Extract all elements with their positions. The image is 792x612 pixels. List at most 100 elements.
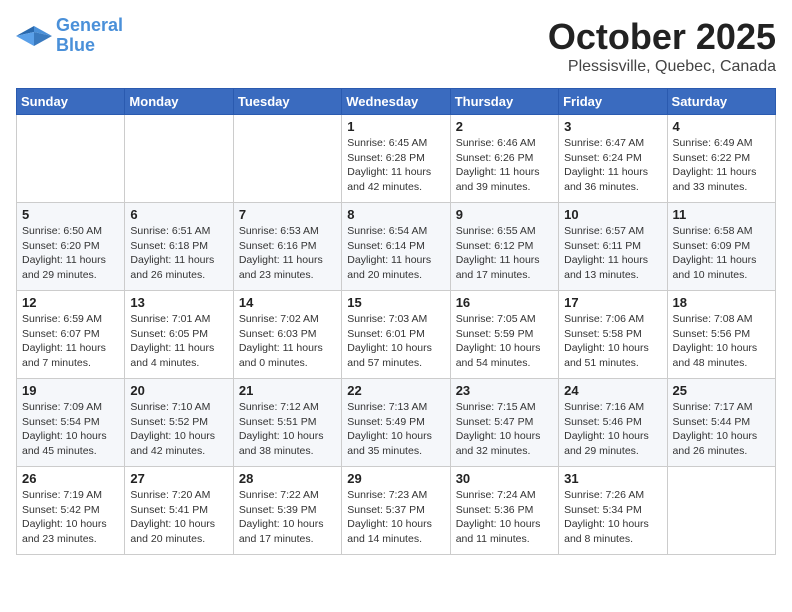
day-number: 10 (564, 207, 661, 222)
day-number: 30 (456, 471, 553, 486)
page-header: General Blue October 2025 Plessisville, … (16, 16, 776, 76)
day-info: Sunrise: 6:58 AMSunset: 6:09 PMDaylight:… (673, 224, 770, 283)
table-row: 12 Sunrise: 6:59 AMSunset: 6:07 PMDayligh… (17, 291, 125, 379)
day-number: 24 (564, 383, 661, 398)
day-info: Sunrise: 6:50 AMSunset: 6:20 PMDaylight:… (22, 224, 119, 283)
month-title: October 2025 (548, 16, 776, 58)
table-row: 20 Sunrise: 7:10 AMSunset: 5:52 PMDayligh… (125, 379, 233, 467)
day-number: 13 (130, 295, 227, 310)
col-tuesday: Tuesday (233, 89, 341, 115)
calendar-week-row: 19Sunrise: 7:09 AMSunset: 5:54 PMDayligh… (17, 379, 776, 467)
table-row: 4 Sunrise: 6:49 AMSunset: 6:22 PMDaylight… (667, 115, 775, 203)
day-info: Sunrise: 7:05 AMSunset: 5:59 PMDaylight:… (456, 312, 553, 371)
day-number: 22 (347, 383, 444, 398)
day-number: 7 (239, 207, 336, 222)
col-saturday: Saturday (667, 89, 775, 115)
table-row: 26 Sunrise: 7:19 AMSunset: 5:42 PMDayligh… (17, 467, 125, 555)
day-info: Sunrise: 7:12 AMSunset: 5:51 PMDaylight:… (239, 400, 336, 459)
day-number: 9 (456, 207, 553, 222)
table-row: 5 Sunrise: 6:50 AMSunset: 6:20 PMDaylight… (17, 203, 125, 291)
day-number: 12 (22, 295, 119, 310)
day-info: Sunrise: 6:45 AMSunset: 6:28 PMDaylight:… (347, 136, 444, 195)
table-row (17, 115, 125, 203)
calendar-week-row: 26 Sunrise: 7:19 AMSunset: 5:42 PMDayligh… (17, 467, 776, 555)
day-info: Sunrise: 7:23 AMSunset: 5:37 PMDaylight:… (347, 488, 444, 547)
table-row: 21 Sunrise: 7:12 AMSunset: 5:51 PMDayligh… (233, 379, 341, 467)
day-number: 31 (564, 471, 661, 486)
calendar-week-row: 1Sunrise: 6:45 AMSunset: 6:28 PMDaylight… (17, 115, 776, 203)
table-row: 18Sunrise: 7:08 AMSunset: 5:56 PMDayligh… (667, 291, 775, 379)
day-number: 4 (673, 119, 770, 134)
calendar-header-row: Sunday Monday Tuesday Wednesday Thursday… (17, 89, 776, 115)
day-info: Sunrise: 6:53 AMSunset: 6:16 PMDaylight:… (239, 224, 336, 283)
table-row (125, 115, 233, 203)
table-row: 7 Sunrise: 6:53 AMSunset: 6:16 PMDaylight… (233, 203, 341, 291)
day-number: 18 (673, 295, 770, 310)
table-row: 9 Sunrise: 6:55 AMSunset: 6:12 PMDaylight… (450, 203, 558, 291)
day-number: 25 (673, 383, 770, 398)
day-number: 27 (130, 471, 227, 486)
day-number: 17 (564, 295, 661, 310)
table-row: 16Sunrise: 7:05 AMSunset: 5:59 PMDayligh… (450, 291, 558, 379)
day-info: Sunrise: 7:15 AMSunset: 5:47 PMDaylight:… (456, 400, 553, 459)
day-info: Sunrise: 7:22 AMSunset: 5:39 PMDaylight:… (239, 488, 336, 547)
day-info: Sunrise: 7:09 AMSunset: 5:54 PMDaylight:… (22, 400, 119, 459)
col-friday: Friday (559, 89, 667, 115)
day-number: 5 (22, 207, 119, 222)
day-info: Sunrise: 7:19 AMSunset: 5:42 PMDaylight:… (22, 488, 119, 547)
table-row: 14Sunrise: 7:02 AMSunset: 6:03 PMDayligh… (233, 291, 341, 379)
logo-text: General Blue (56, 16, 123, 56)
day-number: 23 (456, 383, 553, 398)
table-row: 22 Sunrise: 7:13 AMSunset: 5:49 PMDayligh… (342, 379, 450, 467)
col-wednesday: Wednesday (342, 89, 450, 115)
logo: General Blue (16, 16, 123, 56)
table-row: 10Sunrise: 6:57 AMSunset: 6:11 PMDayligh… (559, 203, 667, 291)
day-number: 15 (347, 295, 444, 310)
table-row: 30 Sunrise: 7:24 AMSunset: 5:36 PMDayligh… (450, 467, 558, 555)
day-number: 3 (564, 119, 661, 134)
day-info: Sunrise: 6:55 AMSunset: 6:12 PMDaylight:… (456, 224, 553, 283)
col-thursday: Thursday (450, 89, 558, 115)
day-info: Sunrise: 6:46 AMSunset: 6:26 PMDaylight:… (456, 136, 553, 195)
day-info: Sunrise: 7:16 AMSunset: 5:46 PMDaylight:… (564, 400, 661, 459)
table-row: 23 Sunrise: 7:15 AMSunset: 5:47 PMDayligh… (450, 379, 558, 467)
day-number: 8 (347, 207, 444, 222)
day-info: Sunrise: 7:13 AMSunset: 5:49 PMDaylight:… (347, 400, 444, 459)
table-row: 8 Sunrise: 6:54 AMSunset: 6:14 PMDaylight… (342, 203, 450, 291)
day-info: Sunrise: 6:59 AMSunset: 6:07 PMDaylight:… (22, 312, 119, 371)
table-row: 17 Sunrise: 7:06 AMSunset: 5:58 PMDayligh… (559, 291, 667, 379)
table-row: 29 Sunrise: 7:23 AMSunset: 5:37 PMDayligh… (342, 467, 450, 555)
table-row (233, 115, 341, 203)
table-row: 3Sunrise: 6:47 AMSunset: 6:24 PMDaylight… (559, 115, 667, 203)
day-info: Sunrise: 6:54 AMSunset: 6:14 PMDaylight:… (347, 224, 444, 283)
day-number: 2 (456, 119, 553, 134)
day-info: Sunrise: 7:24 AMSunset: 5:36 PMDaylight:… (456, 488, 553, 547)
table-row: 15 Sunrise: 7:03 AMSunset: 6:01 PMDayligh… (342, 291, 450, 379)
table-row: 2 Sunrise: 6:46 AMSunset: 6:26 PMDaylight… (450, 115, 558, 203)
day-number: 6 (130, 207, 227, 222)
table-row: 13 Sunrise: 7:01 AMSunset: 6:05 PMDayligh… (125, 291, 233, 379)
day-number: 14 (239, 295, 336, 310)
day-info: Sunrise: 7:10 AMSunset: 5:52 PMDaylight:… (130, 400, 227, 459)
day-info: Sunrise: 6:51 AMSunset: 6:18 PMDaylight:… (130, 224, 227, 283)
day-info: Sunrise: 7:06 AMSunset: 5:58 PMDaylight:… (564, 312, 661, 371)
day-number: 11 (673, 207, 770, 222)
table-row: 19Sunrise: 7:09 AMSunset: 5:54 PMDayligh… (17, 379, 125, 467)
table-row: 25Sunrise: 7:17 AMSunset: 5:44 PMDayligh… (667, 379, 775, 467)
day-number: 21 (239, 383, 336, 398)
col-sunday: Sunday (17, 89, 125, 115)
day-number: 29 (347, 471, 444, 486)
table-row: 28Sunrise: 7:22 AMSunset: 5:39 PMDayligh… (233, 467, 341, 555)
day-info: Sunrise: 7:26 AMSunset: 5:34 PMDaylight:… (564, 488, 661, 547)
col-monday: Monday (125, 89, 233, 115)
table-row: 11 Sunrise: 6:58 AMSunset: 6:09 PMDayligh… (667, 203, 775, 291)
day-info: Sunrise: 7:03 AMSunset: 6:01 PMDaylight:… (347, 312, 444, 371)
table-row: 31 Sunrise: 7:26 AMSunset: 5:34 PMDayligh… (559, 467, 667, 555)
calendar-table: Sunday Monday Tuesday Wednesday Thursday… (16, 88, 776, 555)
table-row: 24 Sunrise: 7:16 AMSunset: 5:46 PMDayligh… (559, 379, 667, 467)
day-number: 26 (22, 471, 119, 486)
title-block: October 2025 Plessisville, Quebec, Canad… (548, 16, 776, 76)
day-info: Sunrise: 6:49 AMSunset: 6:22 PMDaylight:… (673, 136, 770, 195)
day-number: 20 (130, 383, 227, 398)
day-info: Sunrise: 7:01 AMSunset: 6:05 PMDaylight:… (130, 312, 227, 371)
